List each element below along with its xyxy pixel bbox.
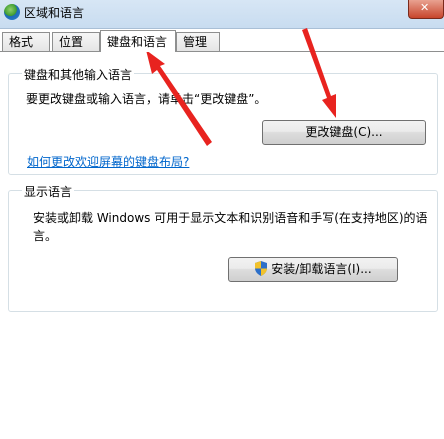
display-language-group-title: 显示语言 [22,183,75,200]
window-title: 区域和语言 [24,6,85,20]
tab-formats[interactable]: 格式 [2,32,50,51]
keyboards-group-title: 键盘和其他输入语言 [22,66,135,83]
install-uninstall-languages-button[interactable]: 安装/卸载语言(I)... [228,257,398,282]
uac-shield-icon [255,261,268,276]
install-uninstall-label: 安装/卸载语言(I)... [271,262,372,276]
tab-administrative[interactable]: 管理 [176,32,220,51]
display-language-description-line2: 言。 [33,229,58,243]
tab-keyboards-languages[interactable]: 键盘和语言 [100,30,176,52]
tab-strip: 格式 位置 键盘和语言 管理 [0,30,444,52]
change-keyboards-button[interactable]: 更改键盘(C)... [262,120,426,145]
tab-panel: 键盘和其他输入语言 要更改键盘或输入语言，请单击“更改键盘”。 更改键盘(C).… [0,52,444,439]
close-icon[interactable] [408,0,444,19]
region-globe-icon [4,4,20,20]
title-bar: 区域和语言 [0,0,444,29]
keyboards-description: 要更改键盘或输入语言，请单击“更改键盘”。 [26,92,267,106]
display-language-description-line1: 安装或卸载 Windows 可用于显示文本和识别语音和手写(在支持地区)的语 [33,211,428,225]
tab-location[interactable]: 位置 [52,32,100,51]
keyboard-layout-help-link[interactable]: 如何更改欢迎屏幕的键盘布局? [27,153,189,170]
